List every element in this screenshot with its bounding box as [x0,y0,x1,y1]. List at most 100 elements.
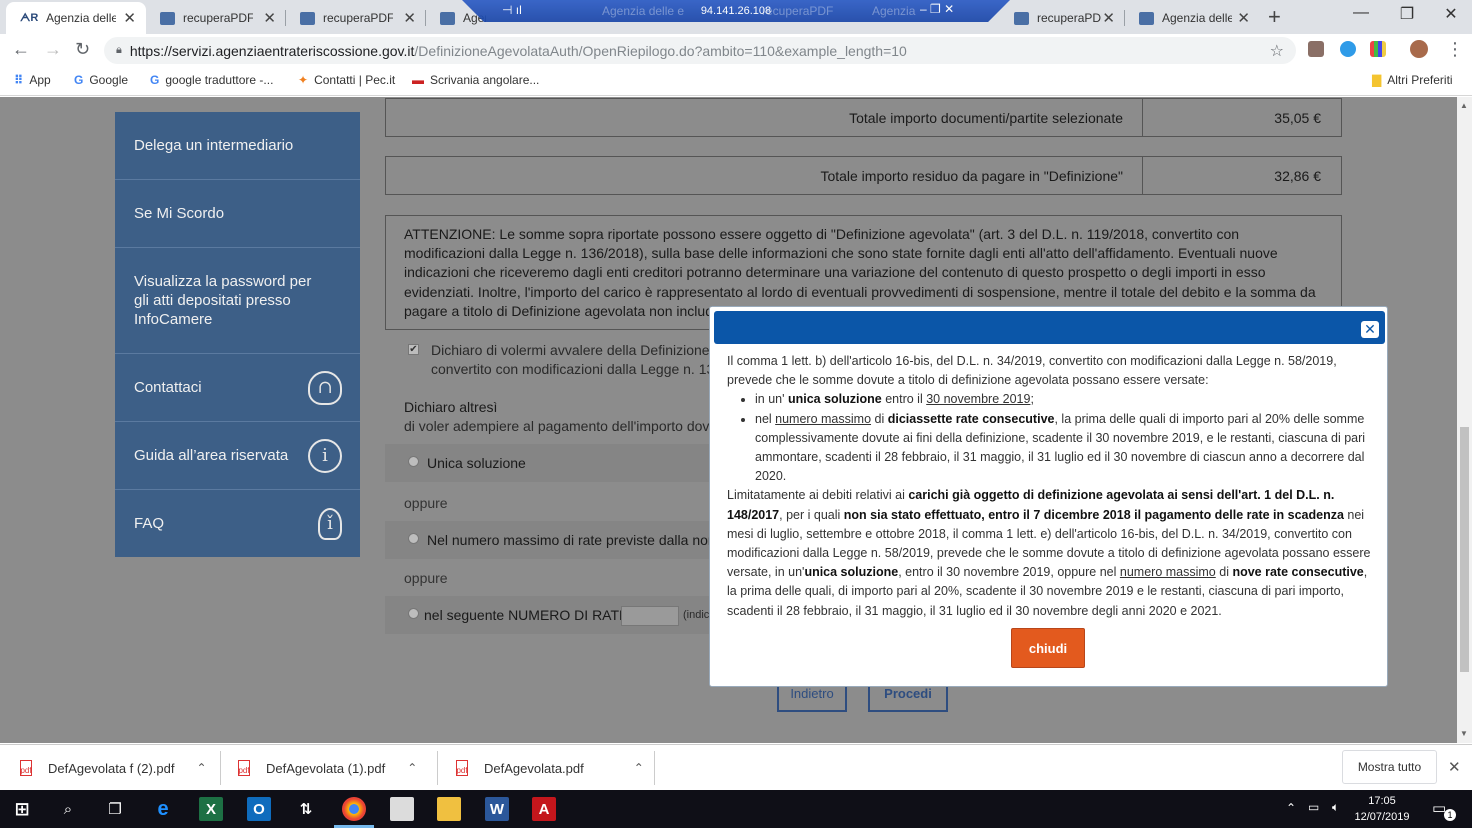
tab-close-icon[interactable]: ✕ [1237,9,1250,27]
word-icon[interactable]: W [485,797,509,821]
bookmark-pec[interactable]: ✦ Contatti | Pec.it [298,73,395,87]
page-scrollbar[interactable]: ▲ ▼ [1457,97,1472,743]
download-item[interactable]: pdf DefAgevolata f (2).pdf ⌃ [20,745,207,791]
back-icon[interactable]: ← [12,39,30,60]
bookmark-desk[interactable]: ▬ Scrivania angolare... [412,73,539,87]
rd-window-controls-icon[interactable]: – ❐ ✕ [920,2,954,16]
tray-chevron-icon[interactable]: ⌃ [1286,801,1296,815]
bookmark-other[interactable]: ▇ Altri Preferiti [1372,73,1453,87]
sidebar-item-password[interactable]: Visualizza la password per gli atti depo… [115,248,360,354]
browser-tab[interactable]: recuperaPDF ✕ [146,2,286,34]
oppure-text: oppure [404,570,448,586]
bookmark-label: Contatti | Pec.it [314,73,396,87]
close-downloads-icon[interactable]: ✕ [1448,758,1461,776]
page-favicon-icon [440,11,455,25]
windows-start-icon[interactable]: ⊞ [10,797,34,821]
tab-close-icon[interactable]: ✕ [403,9,416,27]
pin-icon[interactable]: ⊣ ıl [502,3,522,17]
google-icon: G [150,73,160,87]
bookmark-apps[interactable]: ⠿ App [14,73,51,87]
downloads-bar: pdf DefAgevolata f (2).pdf ⌃ pdf DefAgev… [0,744,1472,790]
hidden-tab-title: Agenzia [872,4,916,18]
file-explorer-icon[interactable] [437,797,461,821]
chevron-up-icon[interactable]: ⌃ [634,761,644,775]
modal-body: Il comma 1 lett. b) dell'articolo 16-bis… [727,352,1377,621]
tab-close-icon[interactable]: ✕ [263,9,276,27]
taskbar-clock[interactable]: 17:05 12/07/2019 [1352,793,1412,825]
google-icon: G [74,73,84,87]
forward-icon[interactable]: → [44,39,62,60]
sidebar-item-guida[interactable]: Guida all’area riservata i [115,422,360,490]
volume-icon[interactable]: 🔈︎ [1332,800,1339,815]
browser-tab[interactable]: recuperaPDF ✕ [1000,2,1125,34]
sidebar-item-se-mi-scordo[interactable]: Se Mi Scordo [115,180,360,248]
acrobat-icon[interactable]: A [532,797,556,821]
tab-title: Agenzia delle e [46,11,116,25]
modal-paragraph-2: Limitatamente ai debiti relativi ai cari… [727,488,1371,618]
radio-max-rate[interactable] [408,533,419,544]
browser-tabstrip: ᗅR Agenzia delle e ✕ recuperaPDF ✕ recup… [0,0,1472,34]
reload-icon[interactable]: ↻ [75,39,90,60]
excel-icon[interactable]: X [199,797,223,821]
radio-single[interactable] [408,456,419,467]
pdf-file-icon: pdf [238,760,250,776]
restore-icon[interactable]: ❐ [1384,4,1430,24]
tab-close-icon[interactable]: ✕ [1102,9,1115,27]
show-all-downloads-button[interactable]: Mostra tutto [1342,750,1437,784]
num-rate-input[interactable] [621,606,679,626]
sidebar-item-delega[interactable]: Delega un intermediario [115,112,360,180]
browser-tab-active[interactable]: ᗅR Agenzia delle e ✕ [6,2,146,34]
minimize-icon[interactable]: — [1338,4,1384,22]
declare-text: Dichiaro di volermi avvalere della Defin… [431,342,710,358]
modal-paragraph-1: Il comma 1 lett. b) dell'articolo 16-bis… [727,354,1337,388]
network-icon[interactable]: ▭ [1308,800,1319,814]
page-favicon-icon [300,11,315,25]
bookmark-label: Altri Preferiti [1387,73,1453,87]
tab-close-icon[interactable]: ✕ [123,9,136,27]
total-selected-label: Totale importo documenti/partite selezio… [849,110,1123,126]
transfer-icon[interactable]: ⇅ [294,797,318,821]
tab-title: recuperaPDF [183,11,253,25]
outlook-icon[interactable]: O [247,797,271,821]
bookmark-label: google traduttore -... [165,73,274,87]
radio-num-rate[interactable] [408,608,419,619]
scroll-down-icon[interactable]: ▼ [1460,729,1468,738]
color-extension-icon[interactable] [1370,41,1386,57]
cloud-extension-icon[interactable] [1340,41,1356,57]
modal-close-button[interactable]: chiudi [1011,628,1085,668]
window-close-icon[interactable]: ✕ [1428,4,1472,24]
scroll-thumb[interactable] [1460,427,1469,672]
address-bar[interactable]: 🔒︎ https://servizi.agenziaentrateriscoss… [104,37,1296,64]
modal-close-icon[interactable]: ✕ [1361,321,1379,338]
chevron-up-icon[interactable]: ⌃ [196,761,206,775]
sidebar-item-contattaci[interactable]: Contattaci ∩ [115,354,360,422]
num-rate-hint: (indic [683,609,710,621]
pdf-file-icon: pdf [20,760,32,776]
bookmark-translate[interactable]: Ggoogle traduttore -... [150,73,273,87]
edge-icon[interactable]: e [151,797,175,821]
download-item[interactable]: pdf DefAgevolata (1).pdf ⌃ [238,745,417,791]
bookmark-star-icon[interactable]: ☆ [1270,41,1284,61]
menu-kebab-icon[interactable]: ⋮ [1446,39,1464,60]
pdf-extension-icon[interactable] [1308,41,1324,57]
download-item[interactable]: pdf DefAgevolata.pdf ⌃ [456,745,644,791]
search-icon[interactable]: ⌕ [56,797,80,821]
apps-grid-icon: ⠿ [14,73,24,87]
file-viewer-icon[interactable] [390,797,414,821]
modal-list-item: nel numero massimo di diciassette rate c… [755,410,1377,487]
oppure-text: oppure [404,495,448,511]
profile-avatar[interactable] [1410,40,1428,58]
url-path: /DefinizioneAgevolataAuth/OpenRiepilogo.… [414,42,907,59]
bookmarks-bar: ⠿ App G Google Ggoogle traduttore -... ✦ Co… [0,66,1472,96]
option-num-label: nel seguente NUMERO DI RATE [424,607,629,623]
new-tab-button[interactable]: + [1268,4,1281,30]
declare-checkbox[interactable]: ✔ [408,344,419,355]
browser-tab[interactable]: Agenzia delle e ✕ [1125,2,1260,34]
browser-tab[interactable]: recuperaPDF ✕ [286,2,426,34]
chrome-icon[interactable] [342,797,366,821]
chevron-up-icon[interactable]: ⌃ [407,761,417,775]
sidebar-item-faq[interactable]: FAQ ǐ [115,490,360,557]
scroll-up-icon[interactable]: ▲ [1460,101,1468,110]
bookmark-google[interactable]: G Google [74,73,128,87]
task-view-icon[interactable]: ❐ [103,797,127,821]
